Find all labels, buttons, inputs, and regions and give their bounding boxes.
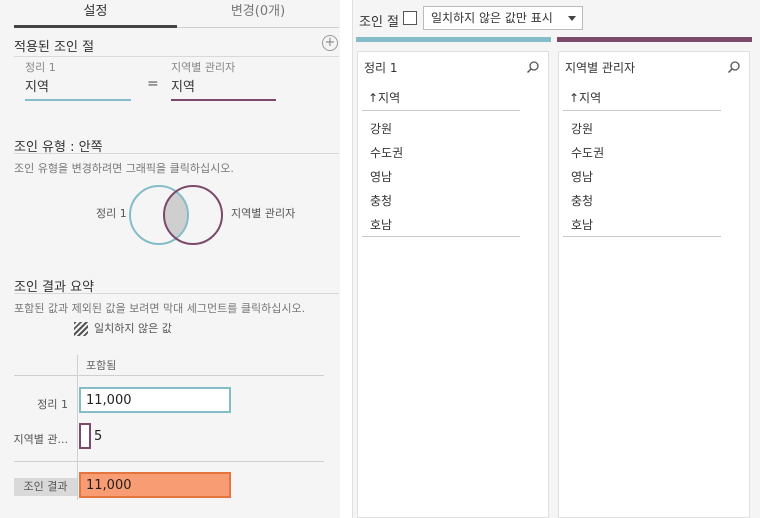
included-column-header: 포함됨 (86, 359, 117, 372)
list-item[interactable]: 호남 (571, 214, 604, 238)
sort-header-region[interactable]: ↑지역 (569, 89, 601, 106)
chart-divider (14, 375, 324, 376)
search-icon[interactable] (526, 60, 540, 74)
panel-title: 정리 1 (364, 61, 398, 75)
join-operator[interactable]: = (147, 76, 159, 92)
list-item[interactable]: 영남 (571, 166, 604, 190)
row-label-right-table: 지역별 관... (13, 433, 68, 446)
divider (362, 236, 520, 237)
join-result-label: 조인 결과 (14, 478, 77, 496)
divider (362, 110, 520, 111)
plus-icon: + (324, 35, 336, 50)
dropdown-value: 일치하지 않은 값만 표시 (431, 11, 553, 25)
list-item[interactable]: 충청 (370, 190, 403, 214)
left-table-bar[interactable]: 11,000 (79, 387, 231, 413)
bar-value: 11,000 (86, 478, 132, 493)
right-table-label: 지역별 관리자 (171, 61, 236, 74)
values-list: 강원 수도권 영남 충청 호남 (571, 118, 604, 238)
list-item[interactable]: 수도권 (571, 142, 604, 166)
row-label-left-table: 정리 1 (37, 398, 68, 411)
tab-changes[interactable]: 변경(0개) (177, 0, 339, 28)
list-item[interactable]: 충청 (571, 190, 604, 214)
divider (563, 110, 721, 111)
tab-settings[interactable]: 설정 (14, 0, 177, 28)
divider (14, 293, 339, 294)
join-clause-label: 조인 절 (359, 15, 400, 30)
right-table-bar[interactable] (79, 423, 91, 449)
right-table-values-panel: 지역별 관리자 ↑지역 강원 수도권 영남 충청 호남 (558, 51, 750, 518)
join-summary-hint: 포함된 값과 제외된 값을 보려면 막대 세그먼트를 클릭하십시오. (14, 302, 306, 315)
bar-value: 5 (94, 429, 103, 444)
right-table-color-strip (557, 37, 752, 42)
unmatched-only-checkbox[interactable] (403, 11, 417, 25)
sort-header-region[interactable]: ↑지역 (368, 89, 400, 106)
chart-divider (14, 461, 324, 462)
venn-circles[interactable] (126, 184, 226, 246)
chart-axis (77, 355, 78, 500)
legend: 일치하지 않은 값 (74, 320, 172, 336)
values-list: 강원 수도권 영남 충청 호남 (370, 118, 403, 238)
bar-value: 11,000 (86, 393, 132, 408)
unmatched-filter-dropdown[interactable]: 일치하지 않은 값만 표시 (423, 6, 583, 30)
join-settings-pane: 설정 변경(0개) 적용된 조인 절 + 정리 1 지역별 관리자 지역 = 지… (0, 0, 340, 518)
divider (14, 153, 339, 154)
left-join-field[interactable]: 지역 (25, 76, 131, 101)
right-join-field[interactable]: 지역 (171, 76, 276, 101)
hatch-pattern-icon (74, 322, 88, 336)
join-type-hint: 조인 유형을 변경하려면 그래픽을 클릭하십시오. (14, 162, 234, 175)
legend-label: 일치하지 않은 값 (94, 322, 172, 335)
panel-title: 지역별 관리자 (565, 61, 636, 75)
list-item[interactable]: 강원 (571, 118, 604, 142)
left-table-values-panel: 정리 1 ↑지역 강원 수도권 영남 충청 호남 (357, 51, 549, 518)
join-result-bar[interactable]: 11,000 (79, 472, 231, 498)
left-table-label: 정리 1 (25, 61, 56, 74)
join-type-venn-diagram[interactable]: 정리 1 지역별 관리자 (0, 178, 340, 252)
chevron-down-icon (568, 16, 576, 21)
list-item[interactable]: 강원 (370, 118, 403, 142)
applied-join-title: 적용된 조인 절 (14, 40, 95, 55)
divider (563, 236, 721, 237)
divider (14, 56, 339, 57)
add-join-clause-button[interactable]: + (322, 35, 338, 51)
list-item[interactable]: 호남 (370, 214, 403, 238)
venn-left-label: 정리 1 (96, 207, 127, 220)
venn-right-label: 지역별 관리자 (231, 207, 296, 220)
search-icon[interactable] (727, 60, 741, 74)
left-table-color-strip (356, 37, 551, 42)
list-item[interactable]: 영남 (370, 166, 403, 190)
list-item[interactable]: 수도권 (370, 142, 403, 166)
